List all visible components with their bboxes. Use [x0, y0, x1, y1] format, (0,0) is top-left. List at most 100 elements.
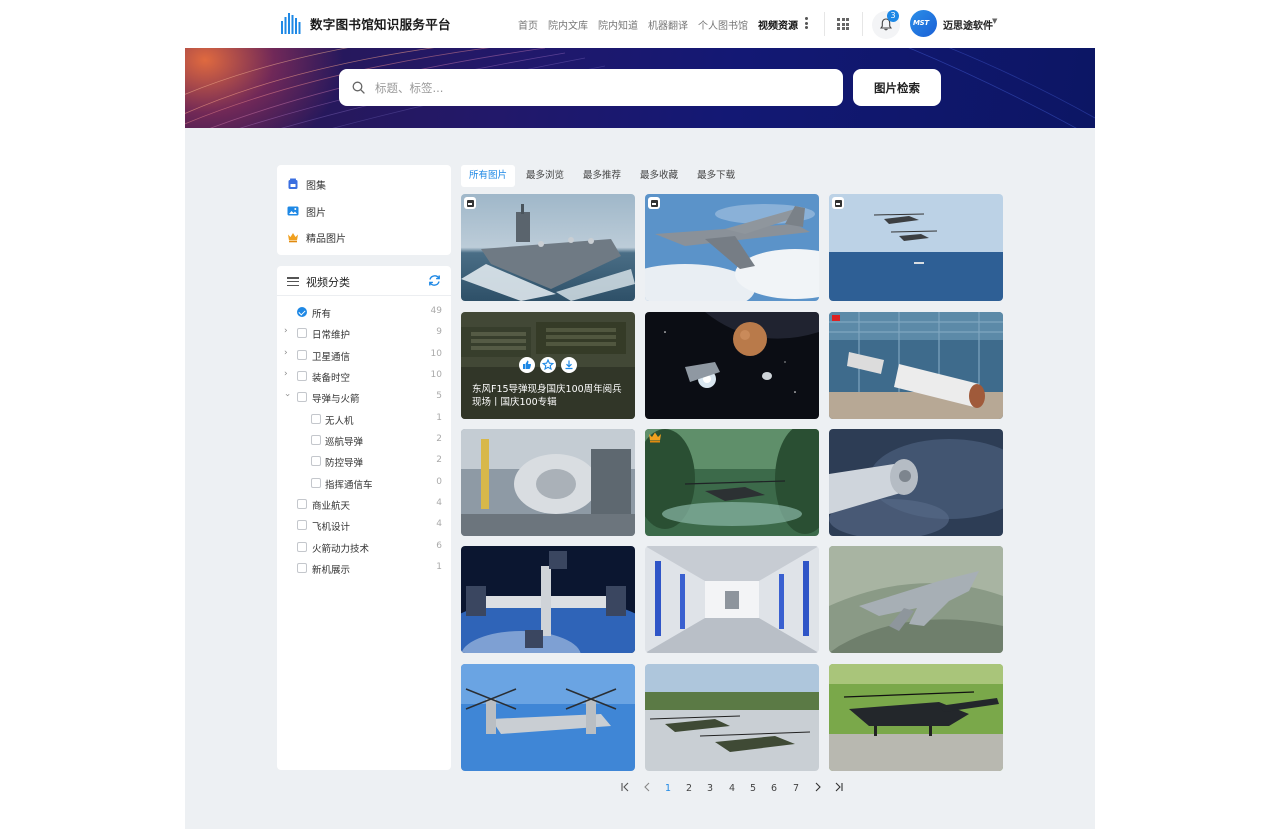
- tab-most-recommended[interactable]: 最多推荐: [575, 165, 629, 187]
- sort-tabs: 所有图片 最多浏览 最多推荐 最多收藏 最多下载: [461, 165, 746, 187]
- first-page-icon[interactable]: [618, 782, 632, 796]
- tab-all-images[interactable]: 所有图片: [461, 165, 516, 187]
- image-card-station-interior[interactable]: [645, 546, 819, 653]
- image-space-probe: [645, 312, 819, 419]
- avatar[interactable]: MST: [910, 10, 937, 37]
- nav-library[interactable]: 院内文库: [548, 17, 588, 32]
- image-card-rocket-factory[interactable]: [829, 312, 1003, 419]
- category-label: 卫星通信: [312, 352, 351, 363]
- nav-video-resources[interactable]: 视频资源: [758, 17, 798, 32]
- category-label: 无人机: [325, 416, 354, 427]
- quick-links-panel: 图集 图片 精品图片: [277, 165, 451, 255]
- category-item-all[interactable]: 所有 49: [277, 303, 451, 321]
- category-checkbox[interactable]: [297, 499, 307, 509]
- category-checkbox[interactable]: [297, 542, 307, 552]
- image-card-stealth-fighter[interactable]: [829, 546, 1003, 653]
- more-vertical-icon[interactable]: [800, 15, 812, 31]
- checked-icon[interactable]: [297, 307, 307, 317]
- prev-page-icon[interactable]: [641, 782, 653, 796]
- category-item-air-defense[interactable]: 防控导弹 2: [277, 452, 451, 470]
- refresh-icon[interactable]: [428, 274, 441, 287]
- image-spacecraft-orbit: [829, 429, 1003, 536]
- category-title: 视频分类: [306, 276, 350, 289]
- nav-personal-library[interactable]: 个人图书馆: [698, 17, 748, 32]
- category-item-cruise-missile[interactable]: 巡航导弹 2: [277, 431, 451, 449]
- caret-down-icon[interactable]: ▼: [992, 17, 997, 25]
- image-card-helicopters-airfield[interactable]: [645, 664, 819, 771]
- category-item-new-aircraft[interactable]: 新机展示 1: [277, 559, 451, 577]
- logo[interactable]: 数字图书馆知识服务平台: [280, 12, 451, 34]
- next-page-icon[interactable]: [812, 782, 824, 796]
- image-card-helicopters-sea[interactable]: [829, 194, 1003, 301]
- page-1[interactable]: 1: [662, 782, 674, 796]
- category-item-drone[interactable]: 无人机 1: [277, 410, 451, 428]
- category-item-rocket-power[interactable]: 火箭动力技术 6: [277, 538, 451, 556]
- image-helicopters-airfield: [645, 664, 819, 771]
- category-label: 所有: [312, 309, 332, 320]
- category-checkbox[interactable]: [297, 371, 307, 381]
- category-item-aircraft-design[interactable]: 飞机设计 4: [277, 516, 451, 534]
- quick-link-images[interactable]: 图片: [287, 202, 326, 220]
- category-item-maintenance[interactable]: › 日常维护 9: [277, 324, 451, 342]
- search-input[interactable]: [375, 69, 830, 106]
- category-item-satellite[interactable]: › 卫星通信 10: [277, 346, 451, 364]
- image-card-space-station[interactable]: [461, 546, 635, 653]
- quick-link-premium[interactable]: 精品图片: [287, 228, 346, 246]
- header-divider: [824, 12, 825, 36]
- category-checkbox[interactable]: [297, 563, 307, 573]
- image-search-button[interactable]: 图片检索: [853, 69, 941, 106]
- category-item-equipment[interactable]: › 装备时空 10: [277, 367, 451, 385]
- image-rocket-factory: [829, 312, 1003, 419]
- image-card-industrial-plant[interactable]: [461, 429, 635, 536]
- page-2[interactable]: 2: [683, 782, 695, 796]
- page-3[interactable]: 3: [704, 782, 716, 796]
- tab-most-viewed[interactable]: 最多浏览: [518, 165, 572, 187]
- page-7[interactable]: 7: [790, 782, 802, 796]
- category-count: 1: [436, 413, 442, 423]
- category-checkbox[interactable]: [297, 328, 307, 338]
- category-checkbox[interactable]: [311, 456, 321, 466]
- quick-link-albums[interactable]: 图集: [287, 175, 326, 193]
- category-count: 1: [436, 562, 442, 572]
- image-card-helicopter-runway[interactable]: [829, 664, 1003, 771]
- image-card-space-probe[interactable]: [645, 312, 819, 419]
- nav-translate[interactable]: 机器翻译: [648, 17, 688, 32]
- category-item-command-vehicle[interactable]: 指挥通信车 0: [277, 474, 451, 492]
- tab-most-downloaded[interactable]: 最多下载: [689, 165, 743, 187]
- image-stealth-fighter: [829, 546, 1003, 653]
- nav-knowledge[interactable]: 院内知道: [598, 17, 638, 32]
- page-6[interactable]: 6: [768, 782, 780, 796]
- quick-link-label: 精品图片: [306, 233, 346, 245]
- image-card-transport-plane[interactable]: [645, 194, 819, 301]
- category-checkbox[interactable]: [311, 414, 321, 424]
- image-card-attack-helicopter[interactable]: [645, 429, 819, 536]
- image-card-spacecraft-orbit[interactable]: [829, 429, 1003, 536]
- image-card-tiltrotor[interactable]: [461, 664, 635, 771]
- thumbs-up-icon[interactable]: [519, 357, 535, 373]
- apps-grid-icon[interactable]: [837, 18, 849, 30]
- category-checkbox[interactable]: [297, 350, 307, 360]
- chevron-right-icon[interactable]: ›: [284, 369, 288, 379]
- notification-button[interactable]: 3: [872, 10, 900, 39]
- category-item-missiles[interactable]: › 导弹与火箭 5: [277, 388, 451, 406]
- category-item-commercial-space[interactable]: 商业航天 4: [277, 495, 451, 513]
- category-checkbox[interactable]: [297, 392, 307, 402]
- category-checkbox[interactable]: [311, 435, 321, 445]
- last-page-icon[interactable]: [832, 782, 846, 796]
- tab-most-favorited[interactable]: 最多收藏: [632, 165, 686, 187]
- category-count: 10: [430, 370, 442, 380]
- page-4[interactable]: 4: [726, 782, 738, 796]
- image-card-missile-launchers[interactable]: 东风F15导弹现身国庆100周年阅兵现场丨国庆100专辑: [461, 312, 635, 419]
- nav-home[interactable]: 首页: [518, 17, 538, 32]
- page-5[interactable]: 5: [747, 782, 759, 796]
- category-checkbox[interactable]: [297, 520, 307, 530]
- download-icon[interactable]: [561, 357, 577, 373]
- category-checkbox[interactable]: [311, 478, 321, 488]
- star-icon[interactable]: [540, 357, 556, 373]
- chevron-down-icon[interactable]: ›: [282, 393, 292, 397]
- image-card-aircraft-carrier[interactable]: [461, 194, 635, 301]
- chevron-right-icon[interactable]: ›: [284, 326, 288, 336]
- image-caption: 东风F15导弹现身国庆100周年阅兵现场丨国庆100专辑: [472, 384, 622, 408]
- chevron-right-icon[interactable]: ›: [284, 348, 288, 358]
- user-name[interactable]: 迈思途软件: [943, 17, 993, 32]
